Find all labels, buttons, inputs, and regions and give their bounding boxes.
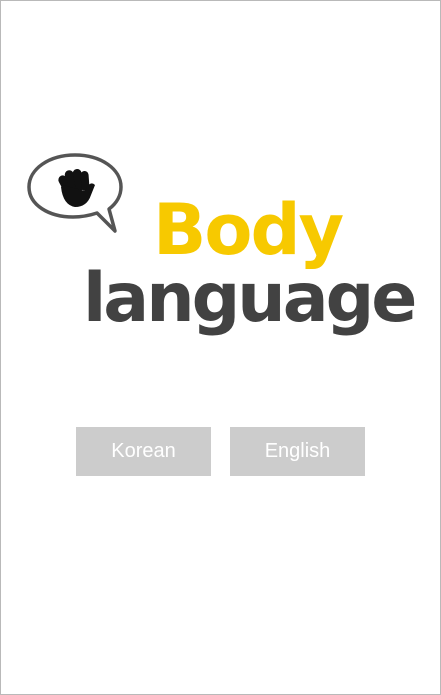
english-button[interactable]: English: [230, 427, 365, 476]
body-language-logo: Body language: [25, 151, 417, 341]
korean-button[interactable]: Korean: [76, 427, 211, 476]
logo-word-language: language: [83, 259, 417, 338]
app-screen: Body language Korean English: [0, 0, 441, 695]
logo-word-body: Body: [153, 189, 344, 271]
speech-bubble-icon: [27, 153, 123, 233]
